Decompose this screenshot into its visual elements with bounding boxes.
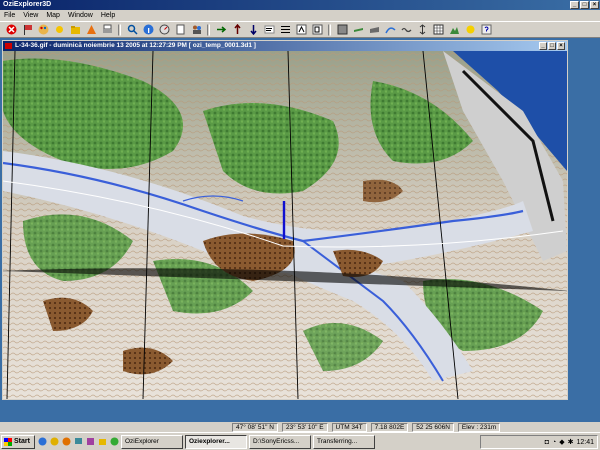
toolbar-separator (207, 23, 210, 36)
dial-icon[interactable] (157, 23, 171, 36)
3d-map-view[interactable] (3, 51, 567, 399)
open-icon[interactable] (68, 23, 82, 36)
task-transferring[interactable]: Transferring... (313, 434, 375, 449)
title-bar[interactable]: OziExplorer3D _ □ × (0, 0, 600, 10)
sheet-icon[interactable] (173, 23, 187, 36)
menu-map[interactable]: Map (46, 12, 60, 19)
status-bar: 47° 08' 51" N 23° 53' 10" E UTM 34T 7.18… (0, 422, 600, 432)
map-close-button[interactable]: × (557, 42, 565, 50)
mdi-workspace: L-34-36.gif - duminică noiembrie 13 2005… (0, 38, 600, 422)
quicklaunch-media-icon[interactable] (61, 437, 71, 447)
menu-bar: File View Map Window Help (0, 10, 600, 21)
menu-help[interactable]: Help (101, 12, 115, 19)
text-icon[interactable] (262, 23, 276, 36)
curve-icon[interactable] (383, 23, 397, 36)
task-label: Oziexplorer... (189, 437, 230, 445)
map-window-title: L-34-36.gif - duminică noiembrie 13 2005… (15, 42, 256, 49)
start-button[interactable]: Start (1, 434, 35, 449)
box-icon[interactable] (335, 23, 349, 36)
system-tray: ◘ ◔ ◆ ✱ 12:41 (480, 435, 598, 449)
status-utm: UTM 34T (331, 422, 367, 432)
task-ozi-explorer[interactable]: OziExplorer (121, 434, 183, 449)
print-icon[interactable] (100, 23, 114, 36)
quicklaunch-outlook-icon[interactable] (49, 437, 59, 447)
grid-icon[interactable] (431, 23, 445, 36)
lines-icon[interactable] (278, 23, 292, 36)
task-label: Transferring... (317, 437, 358, 445)
star-icon[interactable] (463, 23, 477, 36)
cone-icon[interactable] (84, 23, 98, 36)
toolbar (0, 21, 600, 38)
quicklaunch-desktop-icon[interactable] (73, 437, 83, 447)
quicklaunch-folder-icon[interactable] (97, 437, 107, 447)
task-label: OziExplorer (125, 437, 159, 445)
start-label: Start (14, 438, 30, 445)
map-window-titlebar[interactable]: L-34-36.gif - duminică noiembrie 13 2005… (3, 41, 567, 51)
task-sony-ericsson-folder[interactable]: D:\SonyEricss... (249, 434, 311, 449)
tray-volume-icon[interactable]: ◔ (552, 439, 556, 446)
find-icon[interactable] (125, 23, 139, 36)
status-easting: 7.18 802E (370, 422, 409, 432)
task-label: D:\SonyEricss... (253, 437, 300, 445)
windows-logo-icon (4, 437, 12, 446)
map-maximize-button[interactable]: □ (548, 42, 556, 50)
arrow-down-icon[interactable] (246, 23, 260, 36)
help-icon[interactable] (479, 23, 493, 36)
map-window-icon (5, 43, 12, 49)
close-circle-icon[interactable] (4, 23, 18, 36)
tray-security-icon[interactable]: ◆ (559, 438, 564, 446)
terrain-render (3, 51, 567, 399)
tray-bluetooth-icon[interactable]: ✱ (568, 438, 574, 446)
people-icon[interactable] (189, 23, 203, 36)
palette-icon[interactable] (36, 23, 50, 36)
tray-clock[interactable]: 12:41 (576, 439, 594, 446)
terrain-icon[interactable] (447, 23, 461, 36)
menu-window[interactable]: Window (68, 12, 93, 19)
toolbar-separator (328, 23, 331, 36)
flag-icon[interactable] (20, 23, 34, 36)
wave-icon[interactable] (399, 23, 413, 36)
status-northing: 52 25 606N (412, 422, 454, 432)
quicklaunch-ie-icon[interactable] (37, 437, 47, 447)
status-lon: 23° 53' 10" E (281, 422, 328, 432)
toolbar-separator (118, 23, 121, 36)
map-window-controls: _ □ × (539, 42, 565, 50)
plane-alt-icon[interactable] (367, 23, 381, 36)
task-ozi-explorer-3d[interactable]: Oziexplorer... (185, 434, 247, 449)
sun-icon[interactable] (52, 23, 66, 36)
a-icon[interactable] (294, 23, 308, 36)
info-icon[interactable] (141, 23, 155, 36)
taskbar: Start OziExplorer Oziexplorer... D:\Sony… (0, 432, 600, 450)
menu-view[interactable]: View (23, 12, 38, 19)
arrow-up-icon[interactable] (230, 23, 244, 36)
quicklaunch-app-icon[interactable] (85, 437, 95, 447)
map-window[interactable]: L-34-36.gif - duminică noiembrie 13 2005… (2, 40, 568, 400)
quicklaunch-misc-icon[interactable] (109, 437, 119, 447)
menu-file[interactable]: File (4, 12, 15, 19)
app-title: OziExplorer3D (3, 1, 52, 8)
app-window: OziExplorer3D _ □ × File View Map Window… (0, 0, 600, 450)
b-icon[interactable] (310, 23, 324, 36)
arrow-right-icon[interactable] (214, 23, 228, 36)
maximize-button[interactable]: □ (580, 1, 589, 9)
close-button[interactable]: × (590, 1, 599, 9)
up-down-icon[interactable] (415, 23, 429, 36)
window-controls: _ □ × (570, 1, 599, 9)
status-lat: 47° 08' 51" N (232, 422, 278, 432)
map-minimize-button[interactable]: _ (539, 42, 547, 50)
status-elevation: Elev : 231m (457, 422, 501, 432)
tray-network-icon[interactable]: ◘ (545, 439, 549, 446)
plane-icon[interactable] (351, 23, 365, 36)
minimize-button[interactable]: _ (570, 1, 579, 9)
